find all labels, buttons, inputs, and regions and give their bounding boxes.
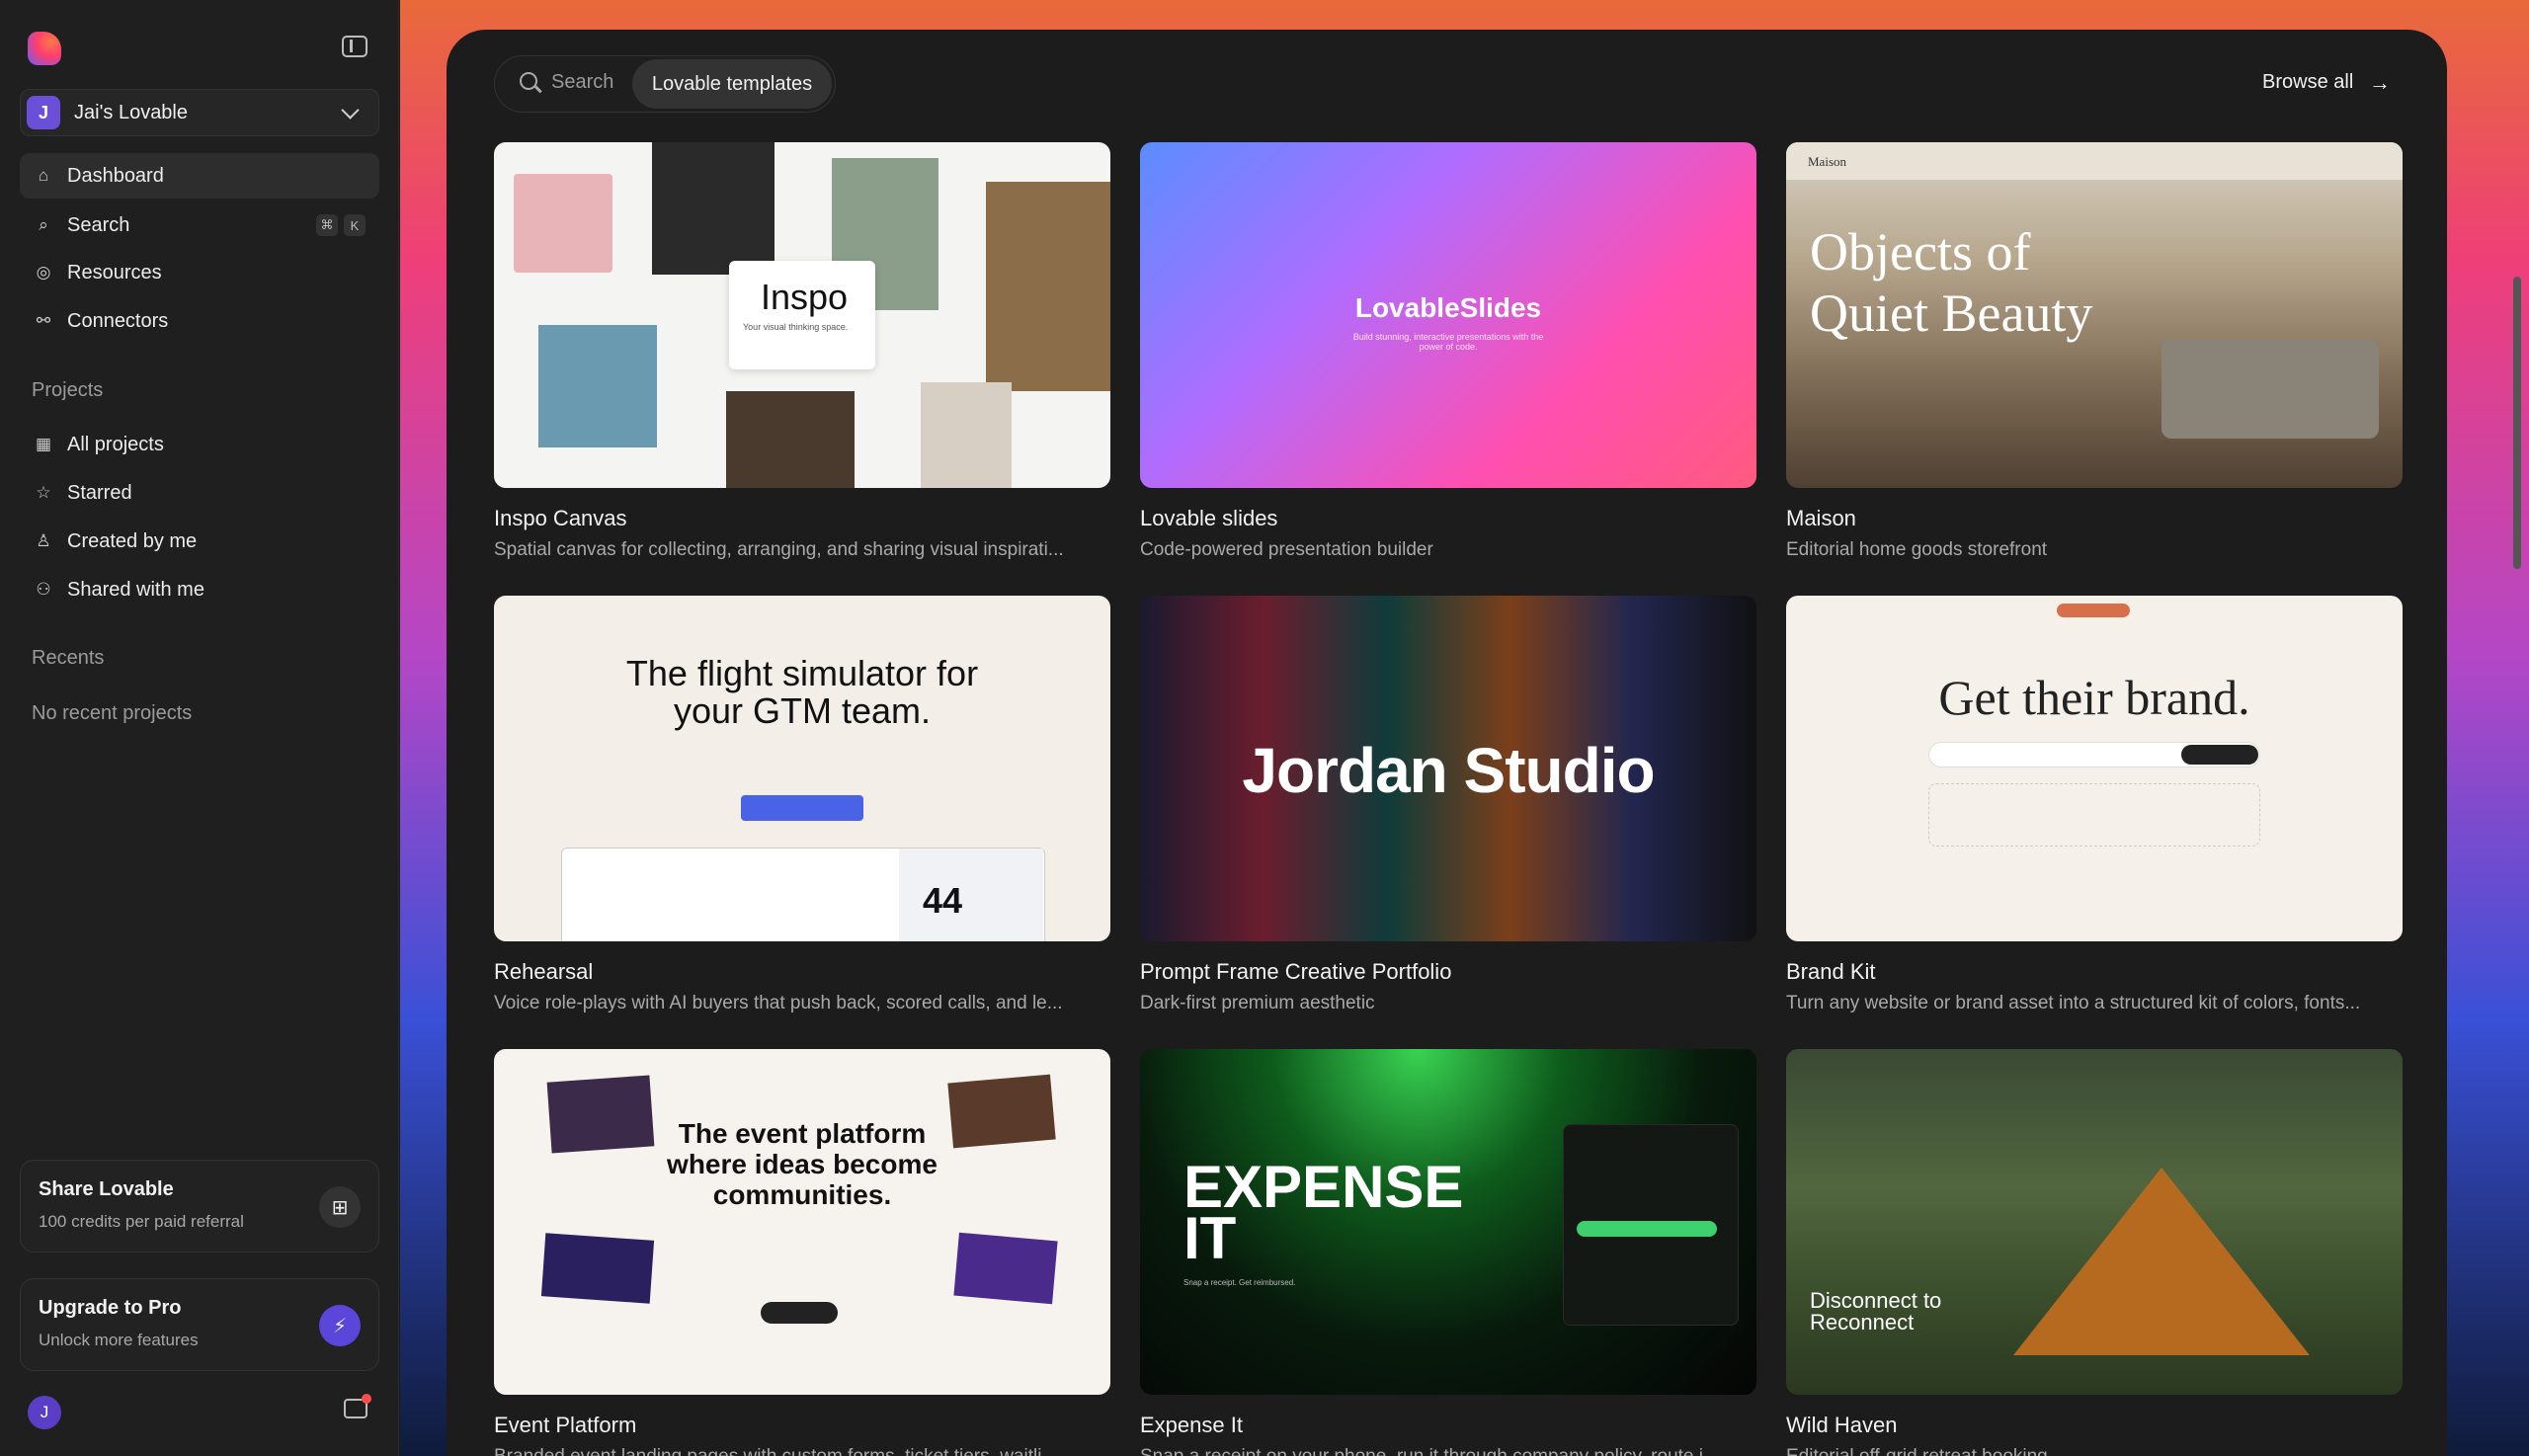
template-title[interactable]: Inspo Canvas [494, 506, 627, 531]
nav-connectors[interactable]: ⚯ Connectors [20, 298, 379, 344]
preview-heading: Get their brand. [1938, 670, 2250, 725]
preview-heading: Disconnect to Reconnect [1810, 1288, 1942, 1335]
template-preview-jordan-studio[interactable]: Jordan Studio [1140, 596, 1756, 941]
preview-score: 44 [923, 880, 963, 921]
user-icon: ♙ [36, 531, 51, 550]
user-avatar[interactable]: J [28, 1396, 61, 1429]
lovable-logo-icon[interactable] [28, 32, 61, 65]
preview-subtext: Build stunning, interactive presentation… [1352, 332, 1544, 352]
template-description: Editorial home goods storefront [1786, 539, 2048, 560]
template-preview-event-platform[interactable]: The event platform where ideas become co… [494, 1049, 1110, 1395]
preview-heading: The flight simulator for your GTM team. [625, 653, 979, 731]
lovable-templates-chip[interactable]: Lovable templates [632, 59, 832, 109]
chevron-down-icon [341, 101, 360, 120]
preview-heading: The event platform where ideas become co… [667, 1118, 938, 1210]
nav-label: Shared with me [67, 578, 204, 601]
app-root: J Jai's Lovable ⌂ Dashboard ⌕ Search ⌘ K… [0, 0, 2529, 1456]
template-preview-maison[interactable]: Maison Objects of Quiet Beauty [1786, 142, 2403, 488]
template-title[interactable]: Maison [1786, 506, 1856, 531]
search-icon: ⌕ [39, 215, 48, 234]
preview-subtext: Snap a receipt. Get reimbursed. [1183, 1278, 1296, 1287]
connectors-icon: ⚯ [36, 311, 51, 330]
share-title: Share Lovable [39, 1178, 174, 1200]
preview-heading: Objects of Quiet Beauty [1810, 222, 2093, 343]
template-description: Code-powered presentation builder [1140, 539, 1433, 560]
browse-all-link[interactable]: Browse all [2262, 71, 2353, 94]
upgrade-title: Upgrade to Pro [39, 1297, 182, 1319]
sidebar-toggle-icon[interactable] [342, 36, 367, 57]
nav-label: All projects [67, 433, 164, 455]
nav-all-projects[interactable]: ▦ All projects [20, 422, 379, 467]
preview-heading: Jordan Studio [1242, 735, 1655, 806]
template-description: Spatial canvas for collecting, arranging… [494, 539, 1064, 560]
upgrade-card[interactable]: Upgrade to Pro Unlock more features ⚡ [20, 1278, 379, 1371]
nav-dashboard[interactable]: ⌂ Dashboard [20, 153, 379, 199]
preview-brand: Maison [1808, 154, 1846, 169]
gift-icon[interactable]: ⊞ [319, 1186, 361, 1228]
template-preview-rehearsal[interactable]: The flight simulator for your GTM team. … [494, 596, 1110, 941]
nav-label: Resources [67, 261, 162, 283]
upgrade-subtitle: Unlock more features [39, 1331, 199, 1349]
template-title[interactable]: Prompt Frame Creative Portfolio [1140, 959, 1451, 985]
template-title[interactable]: Brand Kit [1786, 959, 1876, 985]
nav-label: Starred [67, 481, 132, 504]
preview-subtext: Your visual thinking space. [743, 322, 849, 332]
home-icon: ⌂ [38, 166, 49, 185]
template-preview-expense-it[interactable]: EXPENSE IT Snap a receipt. Get reimburse… [1140, 1049, 1756, 1395]
workspace-avatar: J [27, 96, 60, 129]
sidebar: J Jai's Lovable ⌂ Dashboard ⌕ Search ⌘ K… [0, 0, 399, 1456]
nav-label: Dashboard [67, 164, 164, 187]
preview-heading: Inspo [761, 277, 849, 317]
template-title[interactable]: Event Platform [494, 1413, 636, 1438]
projects-section-label: Projects [32, 379, 104, 401]
notification-dot [362, 1394, 371, 1404]
template-preview-brand-kit[interactable]: Get their brand. [1786, 596, 2403, 941]
nav-resources[interactable]: ◎ Resources [20, 250, 379, 295]
grid-icon: ▦ [35, 435, 52, 453]
scrollbar[interactable] [2513, 277, 2521, 569]
nav-shared-with-me[interactable]: ⚇ Shared with me [20, 567, 379, 612]
shortcut-key: ⌘ [316, 214, 338, 236]
template-title[interactable]: Wild Haven [1786, 1413, 1897, 1438]
nav-search[interactable]: ⌕ Search ⌘ K [20, 202, 379, 248]
users-icon: ⚇ [36, 580, 51, 599]
share-subtitle: 100 credits per paid referral [39, 1212, 244, 1231]
preview-heading: EXPENSE IT [1183, 1154, 1464, 1271]
workspace-switcher[interactable]: J Jai's Lovable [20, 89, 379, 136]
template-title[interactable]: Rehearsal [494, 959, 593, 985]
template-description: Turn any website or brand asset into a s… [1786, 993, 2361, 1013]
arrow-right-icon: → [2369, 70, 2391, 95]
search-icon [520, 72, 537, 90]
template-preview-wild-haven[interactable]: Disconnect to Reconnect [1786, 1049, 2403, 1395]
template-description: Branded event landing pages with custom … [494, 1446, 1110, 1456]
template-preview-lovable-slides[interactable]: LovableSlides Build stunning, interactiv… [1140, 142, 1756, 488]
template-description: Snap a receipt on your phone, run it thr… [1140, 1446, 1756, 1456]
nav-label: Search [67, 213, 130, 236]
nav-label: Created by me [67, 529, 198, 552]
recents-section-label: Recents [32, 647, 105, 669]
template-description: Dark-first premium aesthetic [1140, 993, 1375, 1013]
share-card[interactable]: Share Lovable 100 credits per paid refer… [20, 1160, 379, 1253]
search-input[interactable]: Search [551, 71, 613, 94]
preview-heading: LovableSlides [1354, 292, 1542, 323]
nav-starred[interactable]: ☆ Starred [20, 470, 379, 516]
recents-empty-text: No recent projects [32, 702, 193, 724]
lightning-icon[interactable]: ⚡ [319, 1305, 361, 1346]
template-title[interactable]: Lovable slides [1140, 506, 1277, 531]
shortcut-key: K [344, 214, 366, 236]
workspace-name: Jai's Lovable [74, 101, 188, 123]
template-description: Voice role-plays with AI buyers that pus… [494, 993, 1063, 1013]
nav-label: Connectors [67, 309, 169, 332]
template-preview-inspo-canvas[interactable]: Inspo Your visual thinking space. [494, 142, 1110, 488]
template-title[interactable]: Expense It [1140, 1413, 1243, 1438]
template-description: Editorial off-grid retreat booking [1786, 1446, 2403, 1456]
star-icon: ☆ [36, 483, 51, 502]
nav-created-by-me[interactable]: ♙ Created by me [20, 519, 379, 564]
compass-icon: ◎ [36, 263, 51, 282]
